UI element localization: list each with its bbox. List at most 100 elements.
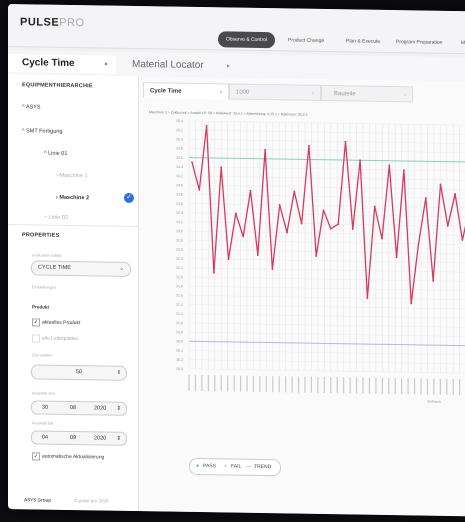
x-tick-label xyxy=(355,377,358,394)
to-date[interactable]: 04 09 2020 ⇕ xyxy=(31,430,127,446)
tree-item-maschine1[interactable]: › Maschine 1 xyxy=(56,173,88,179)
stepper-icon[interactable]: ⇕ xyxy=(116,433,121,445)
grid-line xyxy=(189,304,465,310)
grid-line xyxy=(189,148,465,154)
y-tick-label: 33.8 xyxy=(176,193,183,197)
evaluation-select[interactable]: CYCLE TIME ⌄ xyxy=(31,260,131,277)
chevron-right-icon: › xyxy=(404,92,406,99)
tree-item-linie01[interactable]: ^ Linie 01 xyxy=(44,151,67,157)
option-all-boards: alle Leiterplatten xyxy=(42,335,79,343)
legend-trend: TREND xyxy=(254,463,272,471)
trend-line-icon: — xyxy=(246,463,251,470)
y-tick-label: 35.2 xyxy=(176,128,183,132)
nav-product-change[interactable]: Product Change xyxy=(280,32,332,49)
grid-line xyxy=(189,194,465,200)
nav-plan-execute[interactable]: Plan & Execute xyxy=(338,33,388,50)
mean-line xyxy=(189,157,465,163)
grid-line xyxy=(189,313,465,319)
y-tick-label: 31.6 xyxy=(176,294,183,298)
x-tick-label xyxy=(413,378,416,395)
y-tick-label: 31.2 xyxy=(176,312,183,316)
checkbox-current-product[interactable]: ✓ xyxy=(32,318,40,327)
x-tick-label xyxy=(194,374,197,391)
y-tick-label: 31.0 xyxy=(176,321,183,325)
y-tick-label: 33.4 xyxy=(176,211,183,215)
stepper-icon[interactable]: ⇕ xyxy=(117,367,121,380)
checkbox-auto-refresh[interactable]: ✓ xyxy=(32,452,40,461)
tab-material-locator-label: Material Locator xyxy=(132,58,204,72)
x-tick-label xyxy=(297,376,300,393)
tree-item-label: ASYS xyxy=(25,104,41,111)
x-tick-label xyxy=(343,377,345,394)
tree-item-label: Linie 01 xyxy=(48,150,68,157)
chart-tab-label: Cycle Time xyxy=(150,88,182,95)
fail-dot-icon: ● xyxy=(224,463,228,470)
evaluation-label: evaluation editor xyxy=(32,252,62,258)
grid-line xyxy=(189,285,465,291)
checkbox-all-boards[interactable] xyxy=(32,334,40,343)
app-logo: PULSEPRO xyxy=(20,16,85,29)
grid-line xyxy=(189,120,465,126)
x-tick-label xyxy=(459,379,461,396)
nav-program-preparation[interactable]: Program Preparation xyxy=(388,34,450,51)
x-tick-label xyxy=(336,377,338,394)
app-window: PULSEPRO Observe & Control Product Chang… xyxy=(8,4,465,517)
chart-tab-1000[interactable]: 1000 › xyxy=(229,83,321,101)
y-tick-label: 33.2 xyxy=(176,220,183,224)
stepper-icon[interactable]: ⇕ xyxy=(116,403,121,415)
chart-tab-bauteile[interactable]: Bauteile › xyxy=(321,84,413,103)
y-tick-label: 34.0 xyxy=(176,183,183,187)
tab-material-locator[interactable]: Material Locator ▸ xyxy=(126,56,232,76)
from-month: 08 xyxy=(70,404,77,412)
from-day: 30 xyxy=(42,404,49,411)
nav-observe-control[interactable]: Observe & Control xyxy=(218,31,276,49)
tab-close-icon[interactable]: ▸ xyxy=(105,56,108,74)
grid-line xyxy=(189,322,465,328)
chart-tab-cycle-time[interactable]: Cycle Time › xyxy=(143,82,229,100)
x-tick-label xyxy=(317,376,319,393)
tree-item-label: Maschine 1 xyxy=(59,172,88,180)
pass-dot-icon: ● xyxy=(196,462,200,470)
tree-item-maschine2[interactable]: › Maschine 2 xyxy=(56,195,89,202)
x-axis-label: Zeitraum xyxy=(427,400,441,404)
logo-sub: PRO xyxy=(59,16,85,30)
grid-line xyxy=(189,138,465,145)
grid-line xyxy=(189,258,465,264)
x-tick-label xyxy=(330,377,332,394)
tab-arrow-icon[interactable]: ▸ xyxy=(227,57,230,75)
tree-item-linie02[interactable]: ~ Linie 02 xyxy=(44,215,68,221)
chevron-down-icon: ⌄ xyxy=(119,265,124,272)
grid-line xyxy=(189,331,465,337)
data-point xyxy=(191,161,193,164)
count-stepper[interactable]: 50 ⇕ xyxy=(31,364,127,381)
y-tick-label: 34.4 xyxy=(176,165,183,169)
grid-line xyxy=(189,350,465,356)
x-tick-label xyxy=(227,375,229,392)
x-tick-label xyxy=(310,376,313,393)
y-tick-label: 32.8 xyxy=(176,238,183,242)
nav-material[interactable]: Materi xyxy=(453,35,465,51)
y-tick-label: 30.0 xyxy=(176,367,183,371)
from-date[interactable]: 30 08 2020 ⇕ xyxy=(31,400,127,416)
chevron-right-icon: › xyxy=(312,90,314,97)
from-label: Auswahl von xyxy=(32,390,55,396)
y-tick-label: 30.4 xyxy=(176,349,183,353)
tree-item-asys[interactable]: ^ ASYS xyxy=(22,104,41,110)
x-tick-label xyxy=(214,375,216,392)
x-tick-label xyxy=(201,375,203,392)
y-tick-label: 33.6 xyxy=(176,202,183,206)
top-bar: PULSEPRO Observe & Control Product Chang… xyxy=(8,4,465,55)
x-tick-label xyxy=(239,375,242,392)
y-tick-label: 34.2 xyxy=(176,174,183,178)
grid-line xyxy=(189,267,465,273)
y-tick-label: 31.8 xyxy=(176,284,183,288)
divider xyxy=(8,224,138,228)
y-tick-label: 34.6 xyxy=(176,156,183,160)
x-tick-label xyxy=(452,378,454,396)
tree-item-smt[interactable]: ^ SMT Fertigung xyxy=(22,128,62,135)
tab-cycle-time[interactable]: Cycle Time ▸ xyxy=(8,54,116,74)
lower-limit-line xyxy=(189,340,465,347)
settings-label: Einstellungen xyxy=(32,284,57,290)
y-tick-label: 35.4 xyxy=(176,119,183,123)
tab-cycle-time-label: Cycle Time xyxy=(22,57,75,70)
